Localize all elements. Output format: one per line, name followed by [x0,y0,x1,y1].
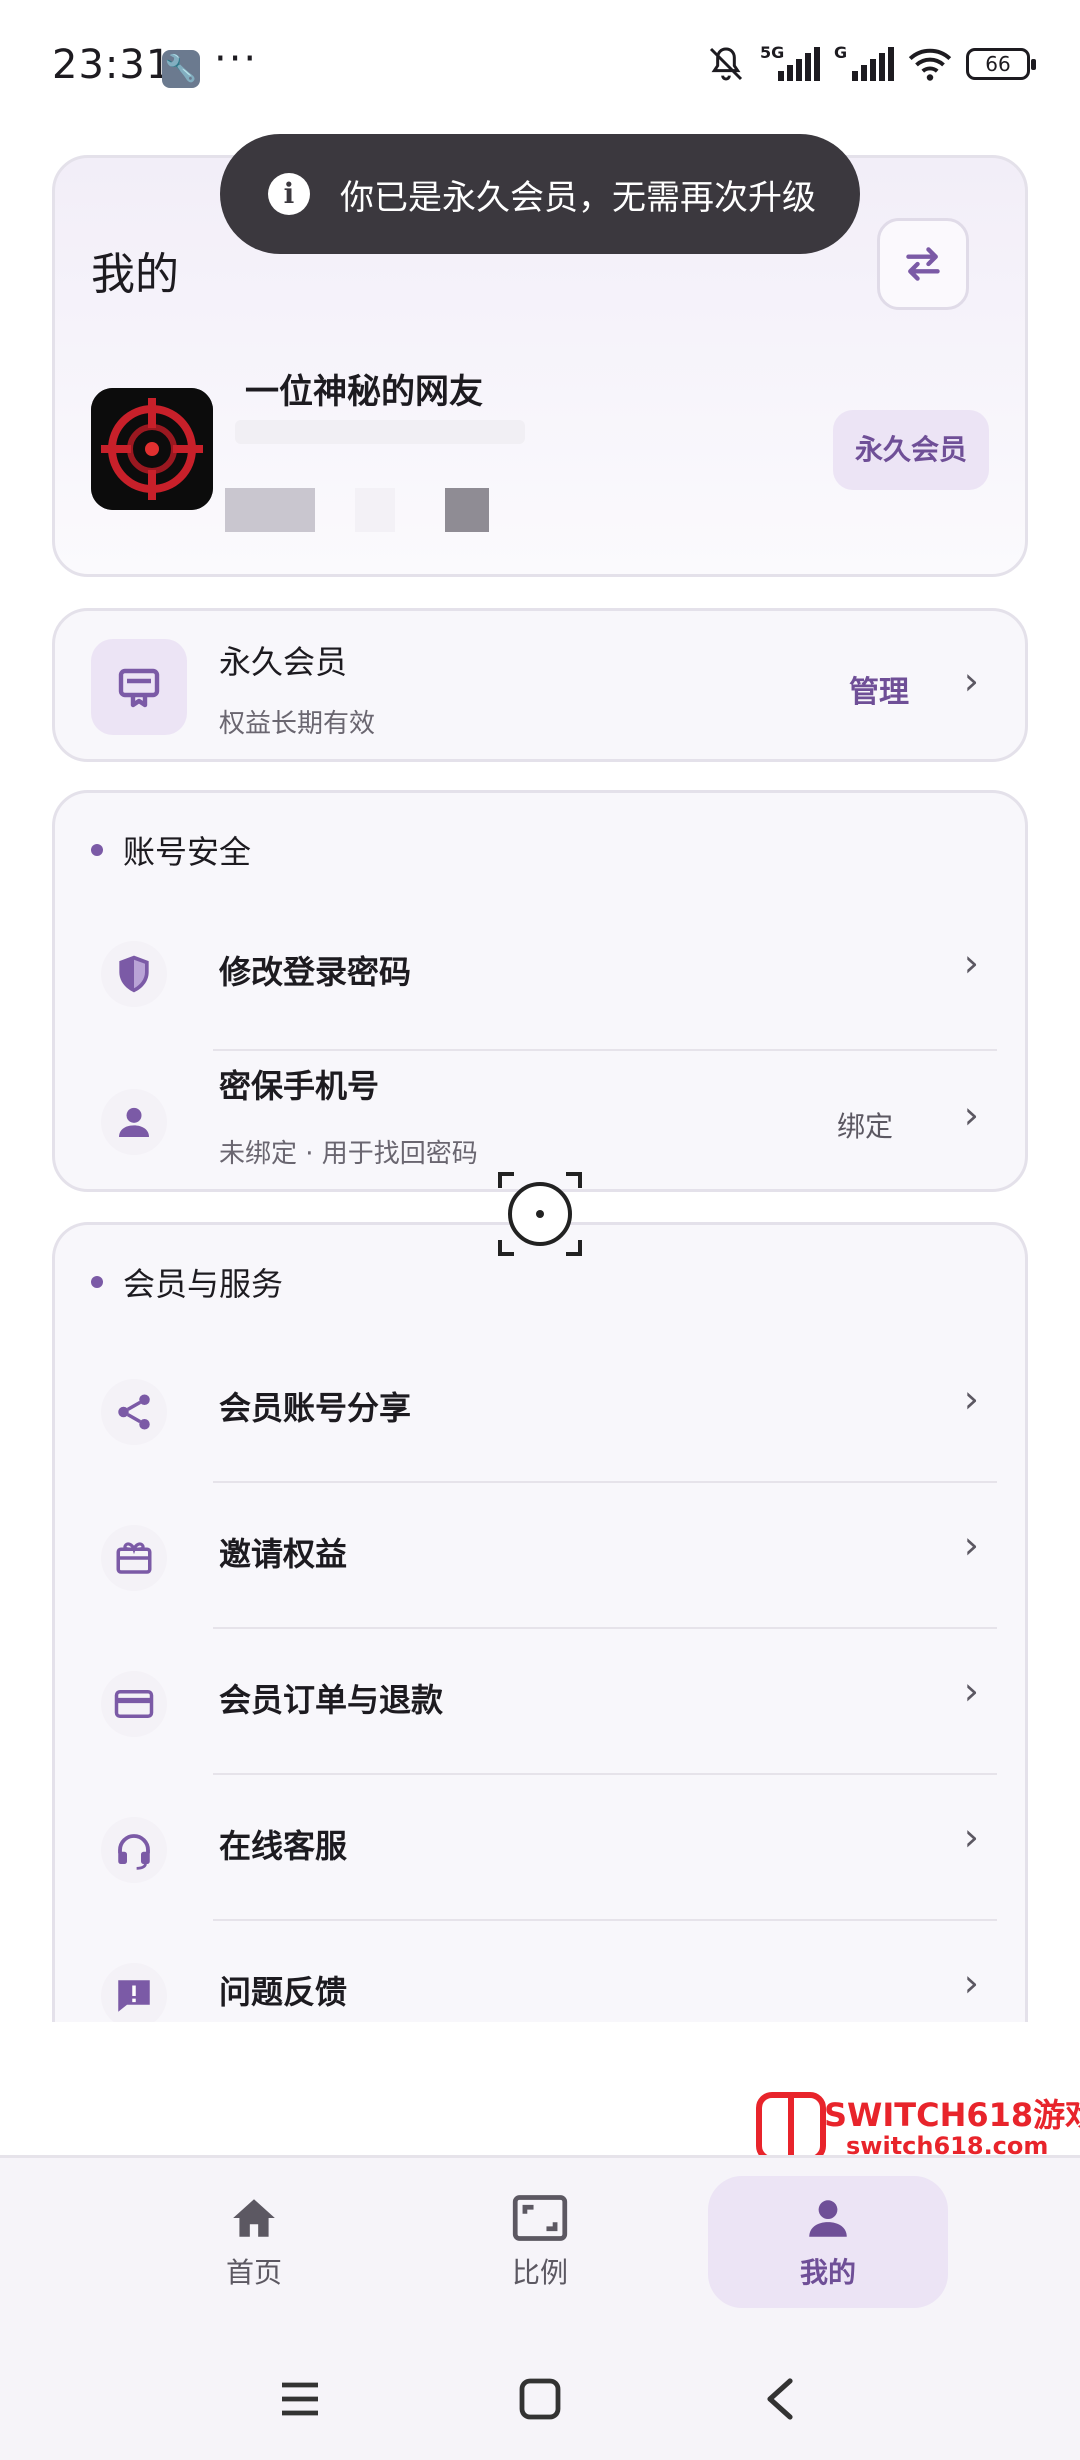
change-password-row[interactable]: 修改登录密码 › [55,901,1025,1047]
chevron-right-icon: › [963,1815,979,1859]
membership-card[interactable]: 永久会员 权益长期有效 管理 › [52,608,1028,762]
chevron-right-icon: › [963,659,979,703]
row-label: 会员订单与退款 [219,1681,444,1719]
chevron-right-icon: › [963,1961,979,2005]
divider [213,1481,997,1483]
section-heading: 会员与服务 [91,1259,283,1305]
redacted-info [225,488,315,532]
divider [213,1627,997,1629]
more-notifications-icon: ··· [214,36,259,82]
avatar[interactable] [91,388,213,510]
status-time: 23:31 [52,42,173,88]
back-button[interactable] [750,2374,810,2424]
status-bar: 23:31 🔧 ··· 5G G 66 [0,0,1080,130]
redacted-info [235,420,525,444]
toast-message: i 你已是永久会员，无需再次升级 [220,134,860,254]
bullet-dot [91,1276,103,1288]
orders-refund-row[interactable]: 会员订单与退款 › [55,1631,1025,1777]
feedback-icon [101,1963,167,2022]
invite-benefits-row[interactable]: 邀请权益 › [55,1485,1025,1631]
membership-subtitle: 权益长期有效 [219,709,376,739]
section-heading: 账号安全 [91,827,251,873]
menu-button[interactable] [270,2374,330,2424]
home-button[interactable] [510,2374,570,2424]
nav-label: 我的 [799,2256,856,2289]
divider [213,1773,997,1775]
battery-icon: 66 [966,48,1036,80]
page-title: 我的 [91,249,179,300]
row-label: 会员账号分享 [219,1389,412,1427]
redacted-info [445,488,489,532]
chevron-right-icon: › [963,1377,979,1421]
back-icon [767,2378,793,2420]
row-label: 修改登录密码 [219,953,412,991]
section-heading-label: 会员与服务 [123,1265,284,1303]
member-badge: 永久会员 [832,410,989,490]
account-share-row[interactable]: 会员账号分享 › [55,1339,1025,1485]
wifi-icon [908,48,952,81]
username: 一位神秘的网友 [245,372,483,412]
feedback-row[interactable]: 问题反馈 › [55,1923,1025,2022]
system-navigation-bar [0,2330,1080,2460]
aspect-ratio-icon [512,2195,568,2241]
toast-text: 你已是永久会员，无需再次升级 [340,177,816,218]
credit-card-icon [101,1671,167,1737]
redacted-info [355,488,395,532]
nav-label: 首页 [225,2256,282,2289]
share-icon [101,1379,167,1445]
chevron-right-icon: › [963,1669,979,1713]
info-icon: i [268,173,310,215]
account-security-section: 账号安全 修改登录密码 › 密保手机号 未绑定 · 用于找回密码 绑定 › [52,790,1028,1192]
person-icon [101,1089,167,1155]
shield-icon [101,941,167,1007]
bind-action[interactable]: 绑定 [837,1105,893,1145]
section-heading-label: 账号安全 [123,833,252,871]
signal-g-label: G [834,43,848,62]
chevron-right-icon: › [963,941,979,985]
headset-icon [101,1817,167,1883]
bullet-dot [91,844,103,856]
crosshair-avatar-icon [91,388,213,510]
chevron-right-icon: › [963,1523,979,1567]
switch-logo-icon [756,2092,826,2162]
signal-g-icon: G [834,43,894,81]
chevron-right-icon: › [963,1093,979,1137]
row-subtitle: 未绑定 · 用于找回密码 [219,1139,478,1169]
switch-account-button[interactable] [877,218,969,310]
nav-label: 比例 [511,2256,568,2289]
status-icons: 5G G 66 [706,43,1036,84]
square-home-icon [519,2378,561,2420]
divider [213,1919,997,1921]
online-support-row[interactable]: 在线客服 › [55,1777,1025,1923]
nav-home[interactable]: 首页 [134,2176,374,2308]
row-label: 密保手机号 [219,1067,380,1105]
row-label: 邀请权益 [219,1535,348,1573]
person-icon [809,2200,847,2237]
bottom-navigation: 首页 比例 我的 [0,2155,1080,2330]
member-services-section: 会员与服务 会员账号分享 › 邀请权益 › 会员订单与退款 › 在线客服 › 问… [52,1222,1028,2022]
row-label: 问题反馈 [219,1973,348,2011]
nav-ratio[interactable]: 比例 [420,2176,660,2308]
menu-icon [282,2382,318,2416]
nav-mine[interactable]: 我的 [708,2176,948,2308]
row-label: 在线客服 [219,1827,348,1865]
gift-card-icon [101,1525,167,1591]
manage-button[interactable]: 管理 [849,667,909,711]
bell-muted-icon [709,47,743,81]
membership-card-icon [91,639,187,735]
watermark-line1: SWITCH618游戏 [824,2096,1080,2134]
wrench-icon: 🔧 [162,50,200,88]
home-icon [233,2199,275,2237]
focus-target-icon [498,1172,582,1256]
swap-icon [906,247,940,281]
signal-5g-label: 5G [760,43,785,62]
signal-5g-icon: 5G [760,43,820,81]
membership-title: 永久会员 [219,643,348,681]
